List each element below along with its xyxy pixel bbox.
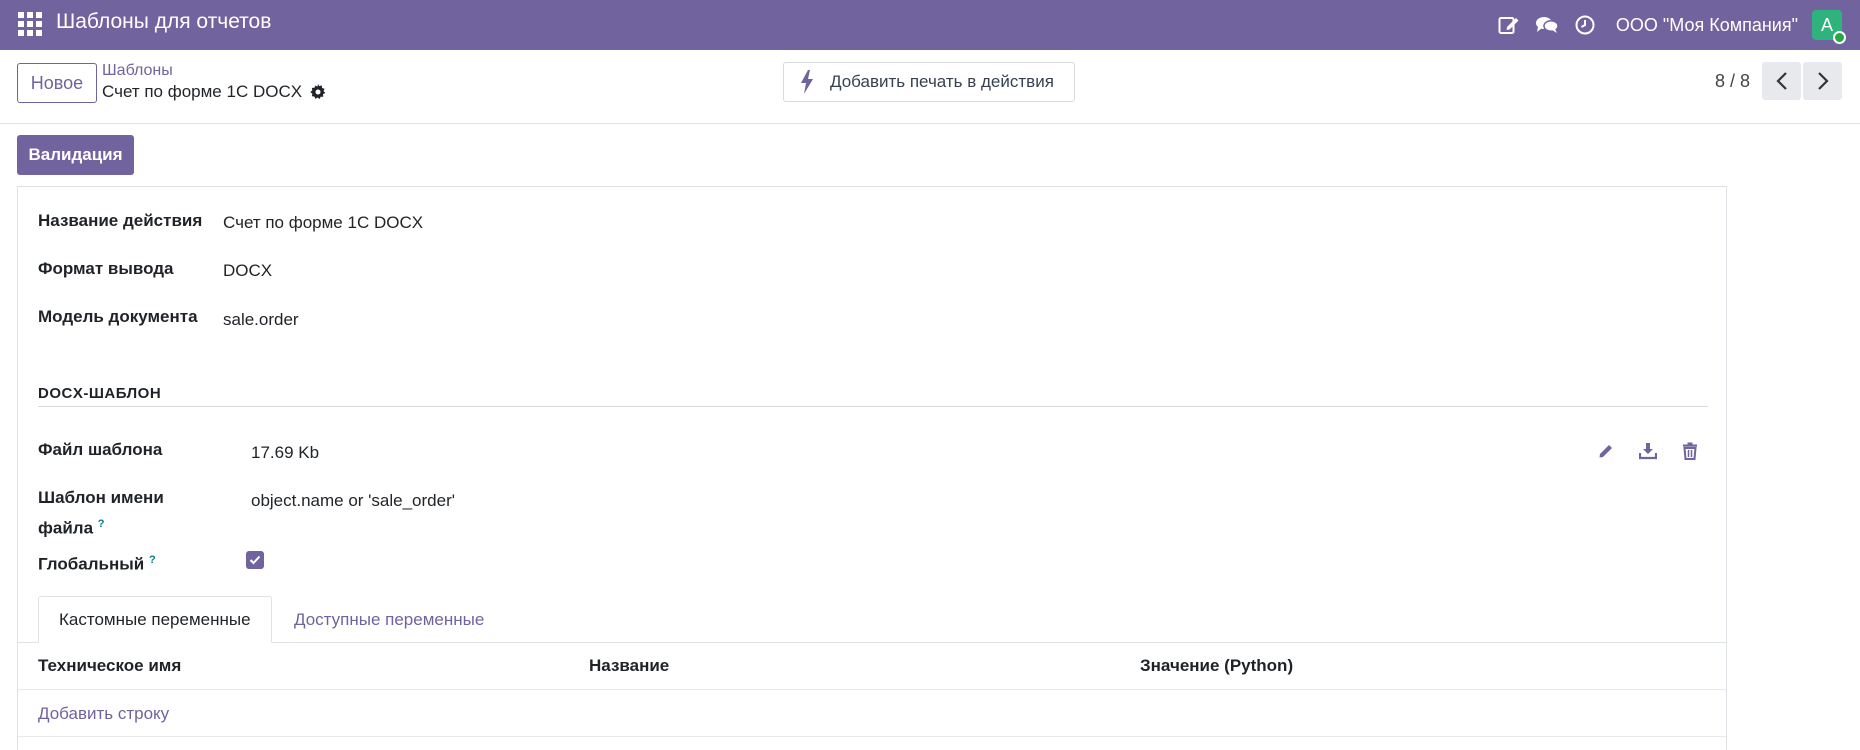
apps-menu-icon[interactable] [18, 12, 42, 36]
avatar-letter: A [1820, 14, 1833, 35]
breadcrumb-current-label: Счет по форме 1С DOCX [102, 82, 303, 101]
chevron-right-icon [1817, 72, 1829, 90]
action-name-label: Название действия [38, 211, 203, 230]
chevron-left-icon [1775, 72, 1787, 90]
tab-custom-variables[interactable]: Кастомные переменные [38, 596, 272, 643]
pencil-icon[interactable] [1595, 440, 1617, 462]
new-button[interactable]: Новое [17, 63, 97, 103]
help-tooltip-icon[interactable]: ? [98, 518, 105, 530]
column-name[interactable]: Название [589, 656, 669, 676]
column-technical-name[interactable]: Техническое имя [38, 656, 181, 676]
trash-icon[interactable] [1679, 440, 1701, 462]
template-file-label: Файл шаблона [38, 440, 163, 459]
form-sheet: Название действия Счет по форме 1С DOCX … [17, 186, 1727, 750]
section-title-docx-template: DOCX-ШАБЛОН [38, 385, 162, 402]
breadcrumb-current: Счет по форме 1С DOCX [102, 82, 326, 102]
row-divider [18, 736, 1726, 737]
add-line-link[interactable]: Добавить строку [38, 704, 169, 724]
add-print-action-label: Добавить печать в действия [830, 72, 1054, 91]
output-format-field[interactable]: DOCX [223, 258, 272, 284]
filename-template-label-line2: файла [38, 518, 94, 538]
help-tooltip-icon[interactable]: ? [149, 554, 156, 566]
document-model-label: Модель документа [38, 307, 198, 326]
add-print-action-button[interactable]: Добавить печать в действия [783, 62, 1075, 102]
navbar-systray: ООО "Моя Компания" A [1496, 0, 1860, 50]
global-checkbox[interactable] [246, 551, 264, 569]
tab-available-variables[interactable]: Доступные переменные [274, 596, 504, 643]
action-name-field[interactable]: Счет по форме 1С DOCX [223, 210, 423, 236]
pager-value[interactable]: 8 / 8 [1715, 71, 1750, 92]
template-file-size: 17.69 Kb [251, 443, 320, 462]
user-avatar[interactable]: A [1812, 10, 1846, 44]
document-model-field[interactable]: sale.order [223, 307, 299, 333]
checkmark-icon [249, 555, 261, 565]
chat-icon[interactable] [1534, 12, 1560, 38]
global-label-text: Глобальный [38, 554, 145, 574]
company-switcher[interactable]: ООО "Моя Компания" [1616, 15, 1798, 36]
pager-previous-button[interactable] [1762, 62, 1801, 100]
breadcrumb-parent[interactable]: Шаблоны [102, 62, 173, 80]
download-icon[interactable] [1637, 440, 1659, 462]
gear-icon[interactable] [310, 84, 326, 100]
section-divider [38, 406, 1708, 407]
table-header: Техническое имя Название Значение (Pytho… [18, 643, 1726, 690]
global-label: Глобальный ? [38, 547, 156, 578]
online-status-dot [1833, 31, 1846, 44]
top-navbar: Шаблоны для отчетов ООО "Моя Компания" A [0, 0, 1860, 50]
filename-template-label: Шаблон имени файла ? [38, 485, 164, 542]
validate-button[interactable]: Валидация [17, 135, 134, 175]
lightning-icon [801, 70, 813, 94]
filename-template-field[interactable]: object.name or 'sale_order' [251, 488, 455, 514]
pager-next-button[interactable] [1803, 62, 1842, 100]
clock-icon[interactable] [1572, 12, 1598, 38]
edit-note-icon[interactable] [1496, 12, 1522, 38]
control-panel: Новое Шаблоны Счет по форме 1С DOCX Доба… [0, 50, 1860, 124]
filename-template-label-line1: Шаблон имени [38, 488, 164, 507]
app-title[interactable]: Шаблоны для отчетов [56, 10, 271, 34]
column-python-value[interactable]: Значение (Python) [1140, 656, 1293, 676]
output-format-label: Формат вывода [38, 259, 174, 278]
